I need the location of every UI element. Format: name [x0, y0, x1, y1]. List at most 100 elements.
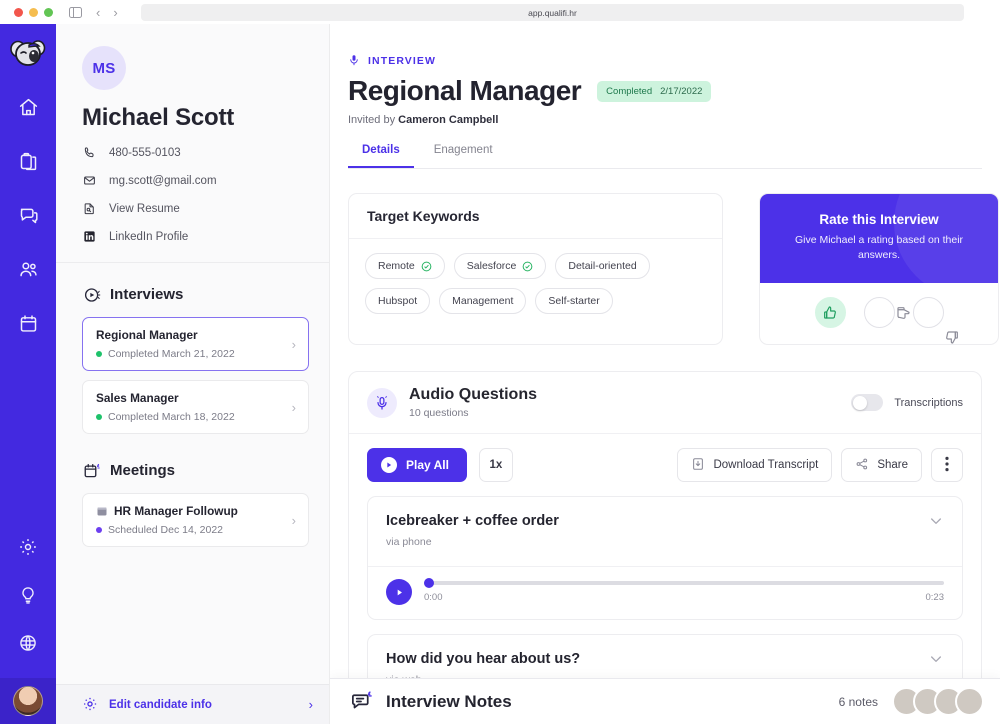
- candidate-linkedin-row[interactable]: LinkedIn Profile: [82, 229, 309, 244]
- notes-avatar-stack[interactable]: [892, 687, 984, 716]
- audio-toolbar-right: Download Transcript Share: [677, 448, 963, 483]
- playback-speed-button[interactable]: 1x: [478, 448, 513, 483]
- share-button[interactable]: Share: [841, 448, 922, 483]
- home-icon[interactable]: [15, 94, 41, 120]
- status-dot-scheduled: [96, 527, 102, 533]
- microphone-icon: [348, 54, 361, 67]
- close-window-button[interactable]: [14, 7, 23, 17]
- candidate-panel: MS Michael Scott 480-555-0103 mg.scott@g…: [56, 24, 330, 724]
- interviews-title: Interviews: [110, 286, 184, 303]
- browser-forward-button[interactable]: ›: [113, 5, 117, 20]
- user-avatar[interactable]: [13, 686, 43, 716]
- audio-progress[interactable]: 0:00 0:23: [424, 578, 945, 604]
- candidate-avatar: MS: [82, 46, 126, 90]
- tab-details[interactable]: Details: [348, 144, 414, 168]
- chevron-right-icon: ›: [291, 336, 296, 352]
- keyword-label: Management: [452, 295, 514, 307]
- avatar[interactable]: [955, 687, 984, 716]
- edit-candidate-info-button[interactable]: Edit candidate info ›: [56, 684, 329, 724]
- interview-item-sales-manager[interactable]: Sales Manager Completed March 18, 2022 ›: [82, 380, 309, 434]
- play-button[interactable]: [386, 579, 412, 606]
- calendar-icon[interactable]: [15, 310, 41, 336]
- users-icon[interactable]: [15, 256, 41, 282]
- download-transcript-button[interactable]: Download Transcript: [677, 448, 833, 483]
- koala-logo[interactable]: [8, 34, 48, 74]
- resume-icon: [82, 201, 97, 216]
- thumbs-sideways-icon[interactable]: [863, 297, 910, 329]
- audio-progress-track[interactable]: [424, 578, 944, 589]
- meetings-section: Meetings HR Manager Followup Scheduled D…: [56, 443, 329, 556]
- lightbulb-icon[interactable]: [15, 582, 41, 608]
- candidate-email-row[interactable]: mg.scott@gmail.com: [82, 173, 309, 188]
- play-all-label: Play All: [406, 458, 449, 473]
- notes-meta: 6 notes: [839, 687, 984, 716]
- keyword-chip[interactable]: Management: [439, 288, 527, 314]
- keyword-label: Hubspot: [378, 295, 418, 307]
- chevron-down-icon[interactable]: [928, 513, 944, 534]
- maximize-window-button[interactable]: [44, 7, 53, 17]
- target-keywords-card: Target Keywords Remote Salesforce Detail…: [348, 193, 723, 346]
- keyword-chip[interactable]: Detail-oriented: [555, 253, 650, 279]
- keyword-label: Salesforce: [466, 260, 517, 272]
- kebab-menu-icon: [945, 456, 949, 475]
- clipboard-icon[interactable]: [15, 148, 41, 174]
- audio-progress-knob[interactable]: [424, 578, 434, 589]
- keyword-label: Self-starter: [548, 295, 600, 307]
- candidate-resume-row[interactable]: View Resume: [82, 201, 309, 216]
- interview-eyebrow: INTERVIEW: [348, 54, 1000, 67]
- chevron-right-icon: ›: [308, 697, 313, 712]
- calendar-mini-icon: [96, 505, 108, 517]
- question-card[interactable]: Icebreaker + coffee order via phone 0:00…: [367, 496, 963, 621]
- chat-icon[interactable]: [15, 202, 41, 228]
- download-icon: [691, 457, 705, 474]
- main-content: INTERVIEW Regional Manager Completed 2/1…: [330, 24, 1000, 724]
- more-options-button[interactable]: [931, 448, 963, 483]
- globe-icon[interactable]: [15, 630, 41, 656]
- chevron-right-icon: ›: [291, 512, 296, 528]
- transcriptions-label: Transcriptions: [894, 396, 963, 409]
- gear-icon[interactable]: [15, 534, 41, 560]
- thumbs-down-icon[interactable]: [912, 297, 958, 344]
- play-icon: [381, 457, 397, 474]
- meeting-item-hr-manager-followup[interactable]: HR Manager Followup Scheduled Dec 14, 20…: [82, 493, 309, 547]
- status-dot-completed: [96, 351, 102, 357]
- url-bar[interactable]: app.qualifi.hr: [141, 4, 964, 21]
- tab-enagement[interactable]: Enagement: [420, 144, 507, 168]
- rail-user-avatar-wrap[interactable]: [0, 678, 56, 724]
- interview-title: Regional Manager: [96, 328, 198, 342]
- keyword-label: Remote: [378, 260, 415, 272]
- candidate-linkedin-label: LinkedIn Profile: [109, 230, 189, 243]
- interview-notes-bar[interactable]: Interview Notes 6 notes: [330, 678, 1000, 724]
- invited-prefix: Invited by: [348, 114, 399, 126]
- check-circle-icon: [522, 261, 533, 272]
- keyword-chip[interactable]: Remote: [365, 253, 445, 279]
- playback-speed-label: 1x: [489, 459, 503, 472]
- minimize-window-button[interactable]: [29, 7, 38, 17]
- sidebar-toggle-icon[interactable]: [69, 6, 82, 18]
- keyword-chip[interactable]: Hubspot: [365, 288, 431, 314]
- keyword-chip[interactable]: Salesforce: [453, 253, 547, 279]
- audio-player: 0:00 0:23: [368, 566, 962, 619]
- candidate-phone-row[interactable]: 480-555-0103: [82, 145, 309, 160]
- audio-duration: 0:23: [925, 592, 945, 604]
- candidate-profile: MS Michael Scott 480-555-0103 mg.scott@g…: [56, 24, 329, 263]
- calendar-sparkle-icon: [82, 461, 101, 480]
- summary-cards-row: Target Keywords Remote Salesforce Detail…: [348, 193, 1000, 346]
- status-badge-date: 2/17/2022: [660, 85, 703, 97]
- interview-item-regional-manager[interactable]: Regional Manager Completed March 21, 202…: [82, 317, 309, 371]
- browser-back-button[interactable]: ‹: [96, 5, 100, 20]
- target-keywords-title: Target Keywords: [367, 208, 480, 224]
- rate-interview-subtitle: Give Michael a rating based on their ans…: [794, 234, 964, 262]
- chevron-down-icon[interactable]: [928, 651, 944, 672]
- edit-candidate-info-label: Edit candidate info: [109, 698, 212, 711]
- keyword-chip[interactable]: Self-starter: [535, 288, 613, 314]
- transcriptions-toggle[interactable]: [851, 394, 884, 412]
- primary-nav-rail: [0, 24, 56, 724]
- interviews-heading: Interviews: [82, 285, 309, 304]
- thumbs-up-icon[interactable]: [814, 297, 846, 329]
- rate-interview-card: Rate this Interview Give Michael a ratin…: [759, 193, 999, 346]
- play-all-button[interactable]: Play All: [367, 448, 467, 483]
- window-controls[interactable]: [14, 7, 53, 17]
- meetings-heading: Meetings: [82, 461, 309, 480]
- meetings-title: Meetings: [110, 462, 176, 479]
